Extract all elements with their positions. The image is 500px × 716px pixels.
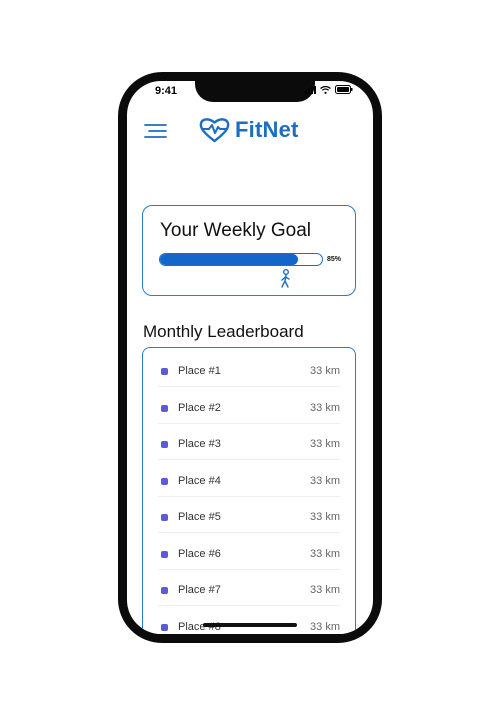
leaderboard-row[interactable]: Place #8 33 km (158, 607, 340, 635)
leaderboard-distance: 33 km (310, 438, 340, 450)
app-name: FitNet (235, 117, 299, 142)
hamburger-menu-icon (144, 124, 167, 138)
leaderboard-row[interactable]: Place #3 33 km (158, 424, 340, 460)
leaderboard-distance: 33 km (310, 474, 340, 487)
leaderboard-row[interactable]: Place #1 33 km (158, 351, 340, 387)
status-icons (305, 85, 353, 94)
signal-icon (305, 85, 316, 94)
home-indicator[interactable] (203, 623, 297, 627)
leaderboard-distance: 33 km (310, 620, 340, 633)
leaderboard-place: Place #4 (178, 474, 221, 487)
phone-notch (195, 81, 315, 102)
rank-bullet-icon (161, 477, 168, 485)
battery-icon (335, 85, 353, 94)
progress-fill (160, 254, 298, 265)
leaderboard-place: Place #7 (178, 584, 221, 596)
leaderboard-place: Place #5 (178, 511, 221, 523)
leaderboard-distance: 33 km (310, 584, 340, 596)
leaderboard-card: Place #1 33 km Place #2 33 km Place #3 33 km P… (142, 347, 356, 634)
heart-pulse-icon (199, 118, 230, 143)
rank-bullet-icon (161, 404, 168, 412)
walking-person-icon (281, 269, 290, 288)
leaderboard-row[interactable]: Place #5 33 km (158, 497, 340, 533)
leaderboard-row[interactable]: Place #7 33 km (158, 570, 340, 606)
app-header: FitNet (127, 111, 373, 151)
leaderboard-distance: 33 km (310, 401, 340, 414)
phone-screen: 9:41 FitNet Your Weekly Goal 85% Monthly… (127, 81, 373, 634)
leaderboard-place: Place #1 (178, 365, 221, 377)
status-time: 9:41 (155, 85, 178, 97)
rank-bullet-icon (161, 623, 168, 631)
weekly-goal-title: Your Weekly Goal (160, 220, 312, 241)
menu-button[interactable] (144, 123, 168, 139)
leaderboard-place: Place #3 (178, 438, 221, 450)
progress-percent-label: 85% (327, 256, 342, 263)
leaderboard-distance: 33 km (310, 547, 340, 560)
leaderboard-place: Place #2 (178, 401, 221, 414)
weekly-goal-card: Your Weekly Goal 85% (142, 205, 356, 296)
leaderboard-distance: 33 km (310, 511, 340, 523)
leaderboard-place: Place #6 (178, 547, 221, 560)
leaderboard-row[interactable]: Place #4 33 km (158, 461, 340, 497)
leaderboard-row[interactable]: Place #6 33 km (158, 534, 340, 570)
rank-bullet-icon (161, 587, 168, 594)
leaderboard-title: Monthly Leaderboard (143, 322, 304, 341)
rank-bullet-icon (161, 514, 168, 521)
wifi-icon (320, 85, 331, 94)
rank-bullet-icon (161, 550, 168, 558)
leaderboard-distance: 33 km (310, 365, 340, 377)
leaderboard-row[interactable]: Place #2 33 km (158, 388, 340, 424)
weekly-goal-progress-bar (159, 253, 323, 266)
rank-bullet-icon (161, 441, 168, 448)
rank-bullet-icon (161, 368, 168, 375)
app-logo: FitNet (199, 117, 299, 143)
